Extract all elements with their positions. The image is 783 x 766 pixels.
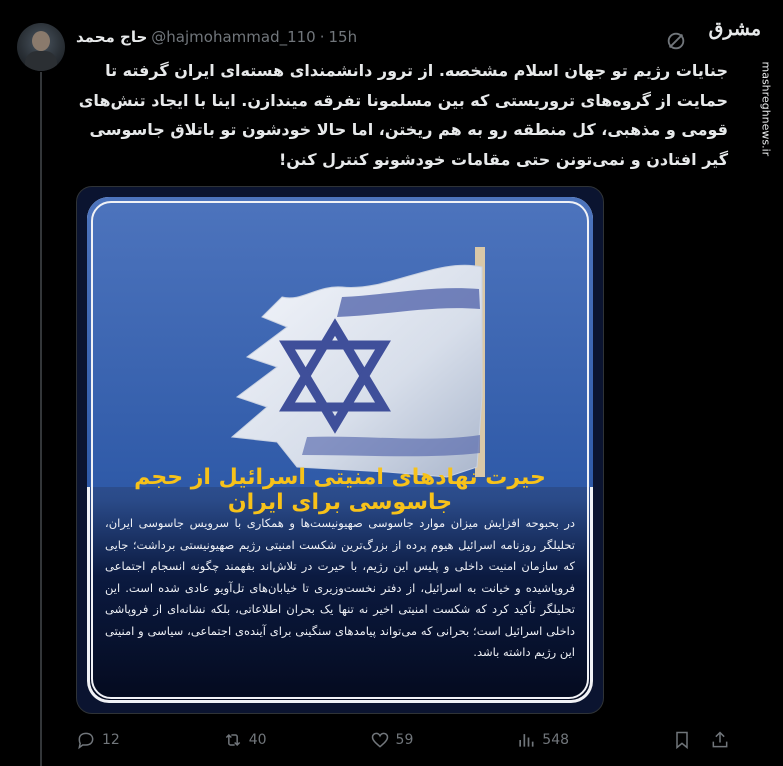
share-icon	[712, 731, 728, 748]
like-count: 59	[395, 732, 414, 748]
media-card: حیرت نهادهای امنیتی اسرائیل از حجم جاسوس…	[87, 197, 593, 703]
views-count: 548	[542, 732, 570, 748]
avatar[interactable]	[17, 23, 65, 71]
like-button[interactable]: 59	[370, 730, 414, 750]
tweet-text: جنایات رژیم تو جهان اسلام مشخصه. از ترور…	[78, 61, 728, 169]
bookmark-button[interactable]	[672, 730, 692, 750]
side-watermark-text: mashreghnews.ir	[759, 61, 773, 157]
timestamp[interactable]: 15h	[329, 28, 358, 46]
display-name[interactable]: حاج محمد	[76, 28, 147, 46]
repost-button[interactable]: 40	[223, 730, 267, 750]
flag-image	[87, 197, 593, 487]
grok-icon[interactable]	[665, 30, 687, 52]
handle[interactable]: @hajmohammad_110	[151, 28, 315, 46]
reply-button[interactable]: 12	[76, 730, 120, 750]
separator-dot: ·	[319, 28, 325, 46]
card-headline: حیرت نهادهای امنیتی اسرائیل از حجم جاسوس…	[134, 465, 546, 515]
thread-line	[40, 72, 42, 766]
reply-icon	[78, 732, 94, 750]
share-button[interactable]	[710, 730, 730, 750]
heart-icon	[371, 732, 388, 748]
action-bar-right	[672, 730, 730, 750]
reply-count: 12	[102, 732, 120, 748]
repost-count: 40	[248, 732, 267, 748]
avatar-body	[25, 51, 57, 71]
logo-watermark: مشرق	[708, 18, 761, 40]
repost-icon	[225, 733, 240, 747]
tweet-header: حاج محمد @hajmohammad_110 · 15h	[76, 26, 357, 48]
avatar-head	[32, 31, 50, 51]
tweet-media[interactable]: حیرت نهادهای امنیتی اسرائیل از حجم جاسوس…	[76, 186, 604, 714]
card-body-text: در بحبوحه افزایش میزان موارد جاسوسی صهیو…	[105, 516, 575, 659]
bookmark-icon	[676, 731, 688, 750]
action-bar: 12 40 59 548	[76, 726, 730, 754]
views-icon	[519, 734, 534, 747]
side-watermark: mashreghnews.ir	[755, 60, 777, 220]
views-button[interactable]: 548	[516, 730, 569, 750]
